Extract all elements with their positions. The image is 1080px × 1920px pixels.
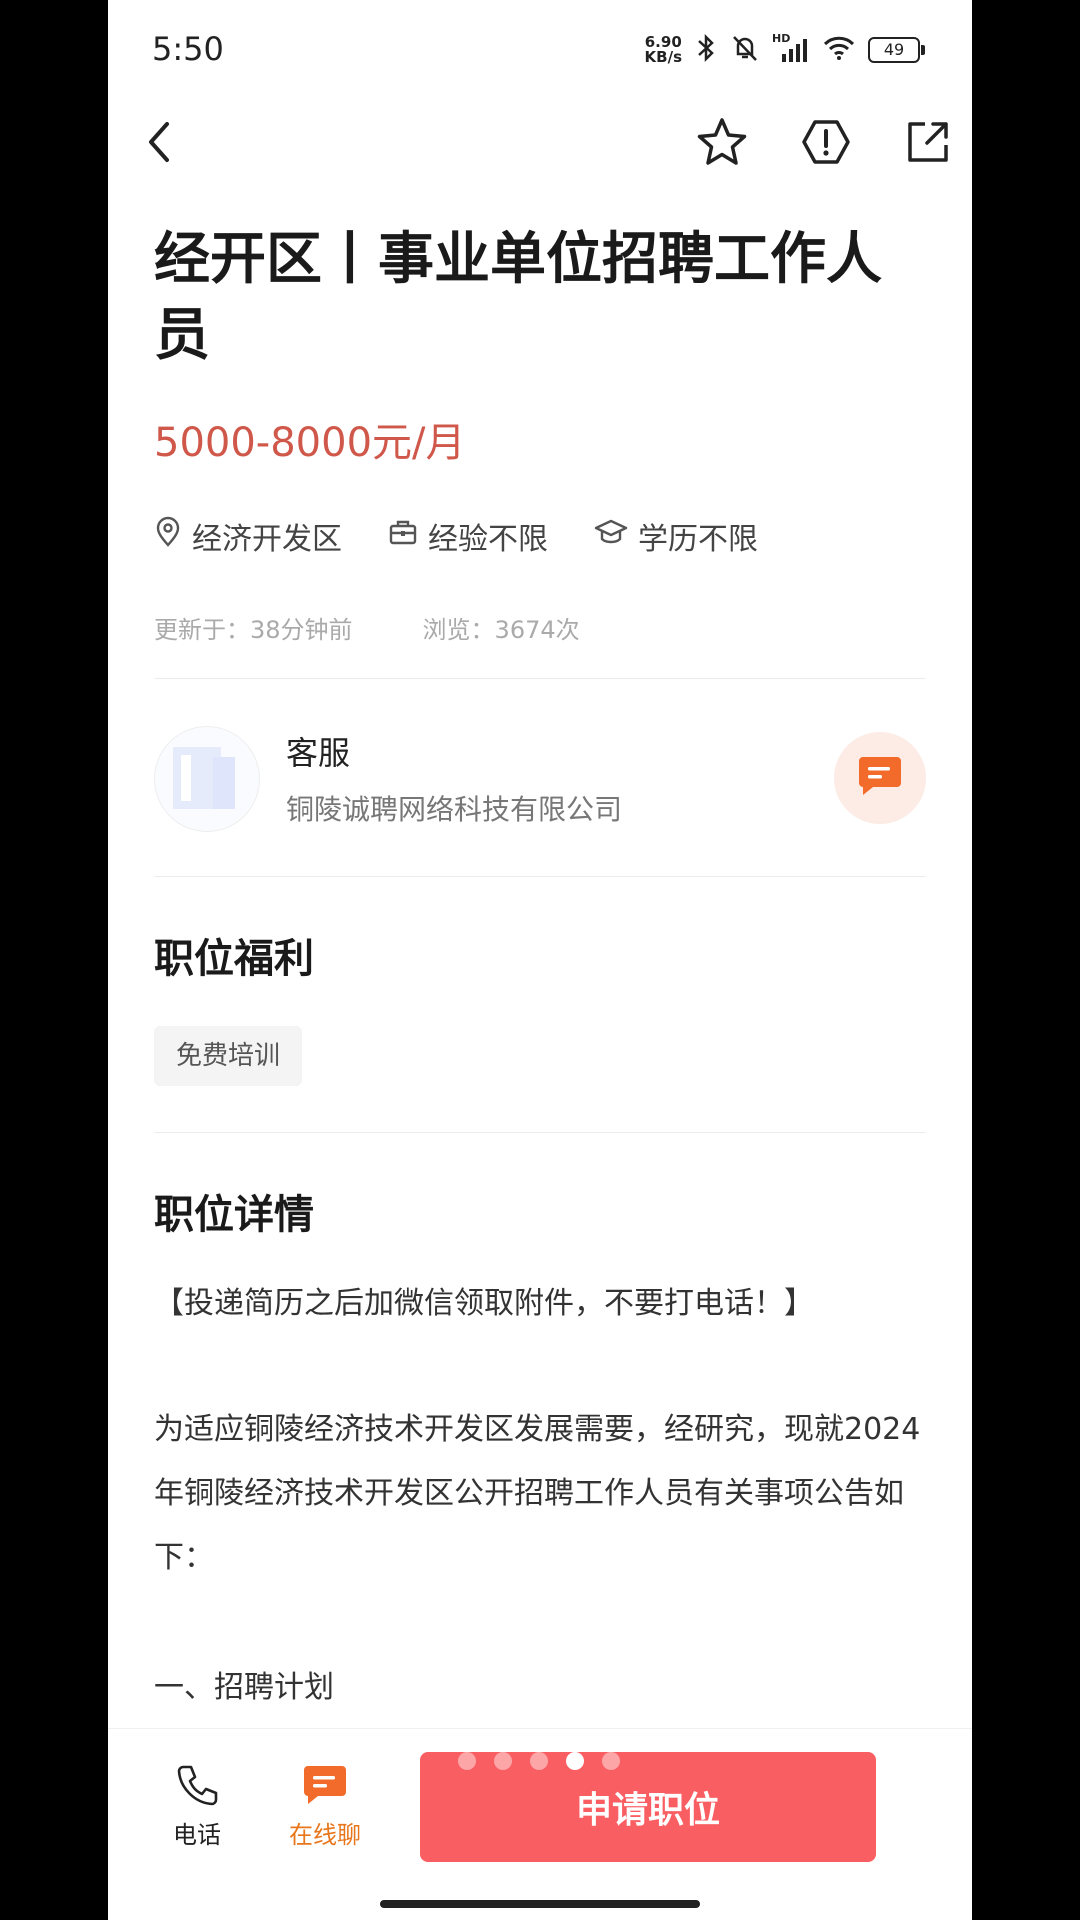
company-avatar[interactable] [154,726,260,832]
wifi-icon [822,34,856,66]
benefits-title: 职位福利 [154,936,314,982]
status-time: 5:50 [152,30,224,68]
chat-bubble-icon [270,1763,380,1815]
page-dot-active [566,1752,584,1770]
graduation-cap-icon [594,518,628,554]
details-title: 职位详情 [154,1192,314,1238]
back-arrow-icon[interactable] [130,112,190,172]
battery-icon: 49 [868,37,925,63]
job-meta: 更新于：38分钟前 浏览：3674次 [154,610,580,645]
tag-location: 经济开发区 [154,514,342,558]
updated-time: 更新于：38分钟前 [154,616,353,644]
share-icon[interactable] [898,112,958,172]
location-text: 经济开发区 [192,522,342,557]
home-indicator[interactable] [380,1900,700,1908]
job-title: 经开区丨事业单位招聘工作人员 [154,227,882,368]
net-speed: 6.90 KB/s [645,35,682,65]
status-icons: 6.90 KB/s HD 49 [645,30,925,70]
detail-notice: 【投递简历之后加微信领取附件，不要打电话！】 [154,1286,814,1321]
bluetooth-icon [694,33,718,67]
page-dot [530,1752,548,1770]
detail-paragraph: 为适应铜陵经济技术开发区发展需要，经研究，现就2024年铜陵经济技术开发区公开招… [154,1412,921,1575]
chat-bubble-icon [857,754,903,802]
chat-label: 在线聊 [289,1821,361,1849]
report-icon[interactable] [796,112,856,172]
divider [154,678,926,679]
location-pin-icon [154,516,182,556]
company-name[interactable]: 铜陵诚聘网络科技有限公司 [286,788,622,828]
nav-bar [108,100,972,190]
recruiter-name: 客服 [286,734,351,772]
page-dot [494,1752,512,1770]
phone-label: 电话 [173,1821,221,1849]
divider [154,876,926,877]
phone-screen: 5:50 6.90 KB/s HD 49 经开区丨事业单位招聘工作人员 5000… [108,0,972,1920]
status-bar: 5:50 6.90 KB/s HD 49 [108,0,972,100]
detail-section-heading: 一、招聘计划 [154,1670,334,1705]
phone-button[interactable]: 电话 [142,1763,252,1850]
star-icon[interactable] [692,112,752,172]
net-speed-unit: KB/s [644,48,682,66]
online-chat-button[interactable]: 在线聊 [270,1763,380,1850]
phone-icon [142,1763,252,1815]
divider [154,1132,926,1133]
tag-education: 学历不限 [594,514,758,558]
experience-text: 经验不限 [428,522,548,557]
page-dot [458,1752,476,1770]
benefit-tag: 免费培训 [154,1026,303,1086]
job-salary: 5000-8000元/月 [154,420,466,466]
signal-hd-label: HD [772,32,791,45]
page-dot [602,1752,620,1770]
view-count: 浏览：3674次 [422,616,580,644]
chat-button[interactable] [834,732,926,824]
mute-bell-icon [730,33,760,67]
page-indicator [458,1752,620,1770]
job-tags: 经济开发区 经验不限 学历不限 [154,514,804,558]
briefcase-icon [388,518,418,554]
tag-experience: 经验不限 [388,514,548,558]
education-text: 学历不限 [638,522,758,557]
signal-icon: HD [772,32,810,64]
